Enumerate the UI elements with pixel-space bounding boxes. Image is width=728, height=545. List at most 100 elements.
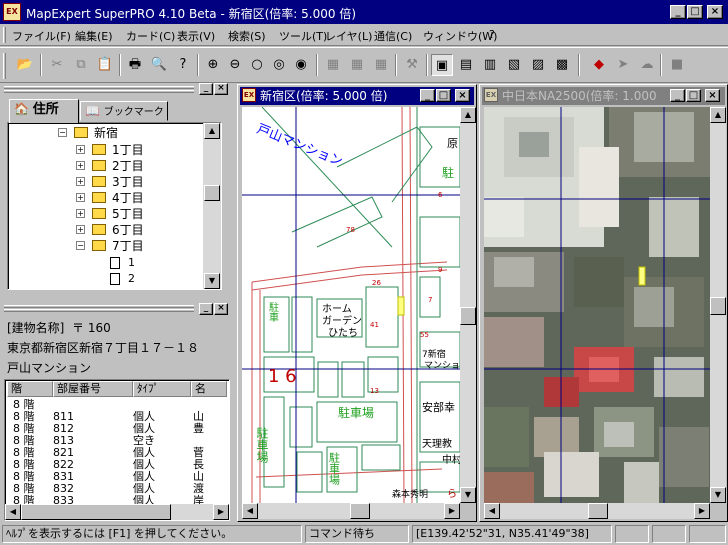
map-vscrollbar[interactable]: ▲ ▼ <box>460 107 476 503</box>
menu-window[interactable]: ウィンドウ(W) <box>423 28 497 44</box>
toolbar-grip-icon[interactable] <box>3 53 6 79</box>
svg-text:原: 原 <box>447 137 458 150</box>
menu-layer[interactable]: レイヤ(L) <box>325 28 372 44</box>
photo-vscrollbar[interactable]: ▲ ▼ <box>710 107 726 503</box>
grid-b-icon[interactable]: ▦ <box>346 54 368 76</box>
open-folder-icon[interactable]: 📂 <box>14 54 36 76</box>
scroll-thumb[interactable] <box>588 503 608 519</box>
scroll-up-icon[interactable]: ▲ <box>460 107 476 123</box>
menu-card[interactable]: カード(C) <box>126 28 175 44</box>
scroll-down-icon[interactable]: ▼ <box>710 487 726 503</box>
panel-minimize-icon[interactable]: _ <box>199 303 213 315</box>
status-command: コマンド待ち <box>305 525 409 543</box>
document-icon <box>110 257 120 269</box>
app-logo-icon[interactable]: EX <box>3 3 21 21</box>
scroll-right-icon[interactable]: ▶ <box>694 503 710 519</box>
photo-hscrollbar[interactable]: ◀ ▶ <box>484 503 710 519</box>
scroll-down-icon[interactable]: ▼ <box>460 487 476 503</box>
scroll-left-icon[interactable]: ◀ <box>242 503 258 519</box>
print-preview-icon[interactable]: 🔍 <box>148 54 170 76</box>
scroll-right-icon[interactable]: ▶ <box>444 503 460 519</box>
menu-grip-icon[interactable] <box>3 27 6 43</box>
room-table[interactable]: 階 部屋番号 ﾀｲﾌﾟ 名 8 階8 階 811 個人山 8 階 812 個人豊 8 階 81… <box>4 379 230 521</box>
window-tile-icon[interactable]: ▣ <box>431 54 453 76</box>
card-view-icon[interactable]: ▥ <box>479 54 501 76</box>
photo-window: EX 中日本NA2500(倍率: 1.000 _ □ × ▲ ▼ ◀ ▶ <box>479 84 728 522</box>
map-close-icon[interactable]: × <box>455 89 470 102</box>
map-maximize-icon[interactable]: □ <box>436 89 451 102</box>
window-cascade-icon[interactable]: ▤ <box>455 54 477 76</box>
zoom-full-icon[interactable]: ◉ <box>290 54 312 76</box>
status-coords: [E139.42'52"31, N35.41'49"38] <box>412 525 612 543</box>
address-tree[interactable]: − 新宿 +1丁目 +2丁目 +3丁目 +4丁目 +5丁目 +6丁目 −7丁目 … <box>7 122 222 290</box>
overlay-view-icon[interactable]: ▨ <box>527 54 549 76</box>
panel-minimize-icon[interactable]: _ <box>199 83 213 95</box>
photo-maximize-icon[interactable]: □ <box>686 89 701 102</box>
svg-text:戸山マンション: 戸山マンション <box>255 122 345 170</box>
maximize-icon[interactable]: □ <box>687 5 703 19</box>
menu-comm[interactable]: 通信(C) <box>374 28 412 44</box>
scroll-thumb[interactable] <box>350 503 370 519</box>
marker-icon[interactable]: ◆ <box>588 54 610 76</box>
col-name[interactable]: 名 <box>191 381 227 397</box>
pointer-icon[interactable]: ➤ <box>612 54 634 76</box>
scroll-thumb[interactable] <box>460 307 476 325</box>
grid-a-icon[interactable]: ▦ <box>322 54 344 76</box>
scroll-thumb[interactable] <box>204 185 220 201</box>
aerial-photo[interactable] <box>484 107 710 503</box>
tab-bookmark[interactable]: 📖 ブックマーク <box>80 101 168 121</box>
zoom-icon[interactable]: ○ <box>246 54 268 76</box>
photo-view-icon[interactable]: ▧ <box>503 54 525 76</box>
col-type[interactable]: ﾀｲﾌﾟ <box>133 381 191 397</box>
cut-icon[interactable]: ✂ <box>46 54 68 76</box>
panel-close-icon[interactable]: × <box>214 303 228 315</box>
frame-view-icon[interactable]: ▩ <box>551 54 573 76</box>
grid-c-icon[interactable]: ▦ <box>370 54 392 76</box>
zoom-area-icon[interactable]: ◎ <box>268 54 290 76</box>
scroll-thumb[interactable] <box>710 297 726 315</box>
svg-text:7新宿: 7新宿 <box>422 348 446 360</box>
copy-icon[interactable]: ⧉ <box>70 54 92 76</box>
scroll-down-icon[interactable]: ▼ <box>204 273 220 289</box>
scroll-left-icon[interactable]: ◀ <box>484 503 500 519</box>
stop-icon[interactable]: ■ <box>666 54 688 76</box>
scroll-right-icon[interactable]: ▶ <box>213 504 229 520</box>
tree-scrollbar[interactable]: ▲ ▼ <box>203 123 221 289</box>
scroll-up-icon[interactable]: ▲ <box>204 123 220 139</box>
map-canvas[interactable]: 戸山マンション 1 6 78 26 41 55 13 6 9 7 ら ホーム ガ… <box>242 107 460 503</box>
scroll-up-icon[interactable]: ▲ <box>710 107 726 123</box>
svg-text:天理教: 天理教 <box>422 437 452 450</box>
menu-edit[interactable]: 編集(E) <box>75 28 113 44</box>
menu-help[interactable]: ? <box>489 28 495 41</box>
col-room[interactable]: 部屋番号 <box>53 381 133 397</box>
menu-search[interactable]: 検索(S) <box>228 28 266 44</box>
zoom-out-icon[interactable]: ⊖ <box>224 54 246 76</box>
zoom-in-icon[interactable]: ⊕ <box>202 54 224 76</box>
menu-tools[interactable]: ツール(T) <box>279 28 327 44</box>
photo-app-icon: EX <box>484 88 498 102</box>
photo-minimize-icon[interactable]: _ <box>670 89 685 102</box>
panel-close-icon[interactable]: × <box>214 83 228 95</box>
table-hscrollbar[interactable]: ◀ ▶ <box>5 504 229 520</box>
print-icon[interactable]: 🖶 <box>124 54 146 76</box>
map-window-main: EX 新宿区(倍率: 5.000 倍) _ □ × 戸山マンション 1 6 78… <box>237 84 477 522</box>
svg-text:ひたち: ひたち <box>328 327 358 339</box>
map-hscrollbar[interactable]: ◀ ▶ <box>242 503 460 519</box>
map-minimize-icon[interactable]: _ <box>420 89 435 102</box>
col-floor[interactable]: 階 <box>7 381 53 397</box>
layer-tool-icon[interactable]: ⚒ <box>401 54 423 76</box>
shape-icon[interactable]: ☁ <box>636 54 658 76</box>
scroll-thumb[interactable] <box>21 504 171 520</box>
close-icon[interactable]: × <box>707 5 723 19</box>
scroll-left-icon[interactable]: ◀ <box>5 504 21 520</box>
folder-icon <box>92 224 106 235</box>
menu-file[interactable]: ファイル(F) <box>12 28 71 44</box>
photo-close-icon[interactable]: × <box>705 89 720 102</box>
aerial-image <box>484 107 710 503</box>
tab-address[interactable]: 🏠 住所 <box>9 99 79 123</box>
minimize-icon[interactable]: _ <box>670 5 686 19</box>
paste-icon[interactable]: 📋 <box>94 54 116 76</box>
help-icon[interactable]: ? <box>172 54 194 76</box>
svg-text:1 6: 1 6 <box>268 366 297 387</box>
menu-view[interactable]: 表示(V) <box>177 28 215 44</box>
